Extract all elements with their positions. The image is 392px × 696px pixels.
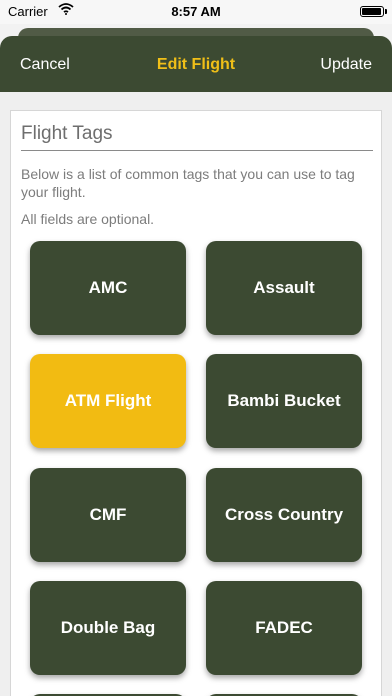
tag-button-atm-flight[interactable]: ATM Flight <box>30 354 186 448</box>
tag-button-fadec[interactable]: FADEC <box>206 581 362 675</box>
status-bar: Carrier 8:57 AM <box>0 0 392 24</box>
optional-note: All fields are optional. <box>21 211 155 227</box>
tag-button-amc[interactable]: AMC <box>30 241 186 335</box>
section-title: Flight Tags <box>21 123 373 151</box>
navigation-bar: Cancel Edit Flight Update <box>0 36 392 92</box>
tag-button-assault[interactable]: Assault <box>206 241 362 335</box>
tag-button-cmf[interactable]: CMF <box>30 468 186 562</box>
flight-tags-card: Flight Tags Below is a list of common ta… <box>10 110 382 696</box>
status-time: 8:57 AM <box>171 4 221 19</box>
section-description: Below is a list of common tags that you … <box>21 166 355 200</box>
tag-button-double-bag[interactable]: Double Bag <box>30 581 186 675</box>
content-area[interactable]: Flight Tags Below is a list of common ta… <box>0 92 392 696</box>
battery-tip <box>385 9 387 14</box>
battery-icon <box>360 6 384 17</box>
tag-button-bambi-bucket[interactable]: Bambi Bucket <box>206 354 362 448</box>
update-button[interactable]: Update <box>320 56 372 74</box>
tag-button-cross-country[interactable]: Cross Country <box>206 468 362 562</box>
